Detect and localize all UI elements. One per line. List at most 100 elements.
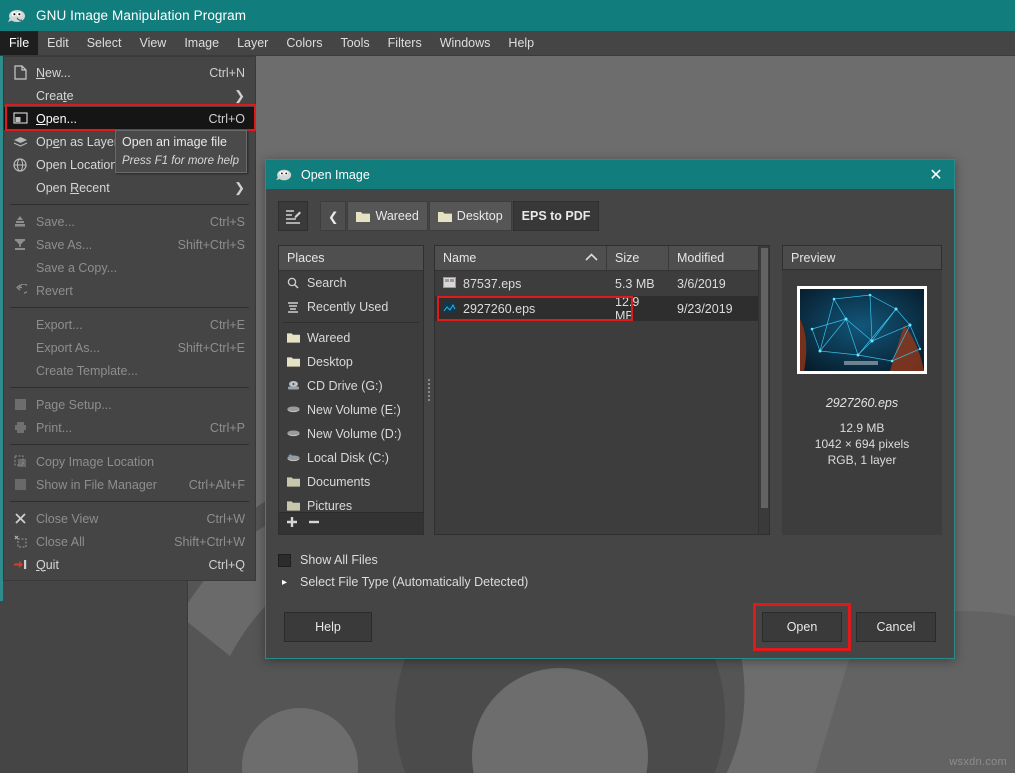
place-local-disk-c[interactable]: Local Disk (C:)	[279, 446, 423, 470]
menu-file[interactable]: File	[0, 31, 38, 55]
remove-place-icon[interactable]	[308, 515, 320, 533]
close-x-icon	[10, 511, 30, 527]
menu-item-open-recent[interactable]: Open Recent ❯	[4, 176, 255, 199]
place-new-volume-e-label: New Volume (E:)	[307, 403, 401, 417]
place-wareed-label: Wareed	[307, 331, 350, 345]
place-pictures[interactable]: Pictures	[279, 494, 423, 513]
place-search[interactable]: Search	[279, 271, 423, 295]
folder-icon	[438, 211, 452, 222]
scrollbar-thumb[interactable]	[761, 248, 768, 508]
menu-item-export-label: Export...	[36, 318, 198, 332]
menu-item-show-in-file-manager[interactable]: Show in File Manager Ctrl+Alt+F	[4, 473, 255, 496]
place-cd-drive[interactable]: CD Drive (G:)	[279, 374, 423, 398]
menu-image[interactable]: Image	[175, 31, 228, 55]
dialog-title: Open Image	[301, 168, 918, 182]
breadcrumb-current-folder[interactable]: EPS to PDF	[513, 201, 600, 231]
show-all-files-checkbox[interactable]	[278, 554, 291, 567]
menu-item-save[interactable]: Save... Ctrl+S	[4, 210, 255, 233]
menu-item-save-as-label: Save As...	[36, 238, 166, 252]
breadcrumb-wareed[interactable]: Wareed	[347, 201, 427, 231]
preview-metadata: 12.9 MB 1042 × 694 pixels RGB, 1 layer	[815, 420, 909, 468]
place-local-disk-c-label: Local Disk (C:)	[307, 451, 389, 465]
column-header-name[interactable]: Name	[435, 246, 607, 270]
menu-item-save-as[interactable]: Save As... Shift+Ctrl+S	[4, 233, 255, 256]
menu-item-export-as[interactable]: Export As... Shift+Ctrl+E	[4, 336, 255, 359]
place-new-volume-e[interactable]: New Volume (E:)	[279, 398, 423, 422]
menu-filters[interactable]: Filters	[379, 31, 431, 55]
menu-item-quit-label: Quit	[36, 558, 197, 572]
menu-item-copy-image-location[interactable]: Copy Image Location	[4, 450, 255, 473]
menu-item-export-accel: Ctrl+E	[210, 318, 245, 332]
eps-preview-icon	[443, 302, 456, 316]
expander-arrow-icon[interactable]: ▸	[278, 576, 291, 589]
wilber-icon	[8, 8, 28, 24]
place-new-volume-d[interactable]: New Volume (D:)	[279, 422, 423, 446]
place-cd-drive-label: CD Drive (G:)	[307, 379, 383, 393]
menu-item-close-all-label: Close All	[36, 535, 162, 549]
menu-item-new[interactable]: New... Ctrl+N	[4, 61, 255, 84]
place-desktop[interactable]: Desktop	[279, 350, 423, 374]
place-desktop-label: Desktop	[307, 355, 353, 369]
blank-icon	[10, 317, 30, 333]
back-chevron-icon: ❮	[328, 209, 338, 224]
menu-select[interactable]: Select	[78, 31, 131, 55]
menu-item-close-view[interactable]: Close View Ctrl+W	[4, 507, 255, 530]
column-header-modified[interactable]: Modified	[669, 246, 769, 270]
place-wareed[interactable]: Wareed	[279, 326, 423, 350]
places-header: Places	[279, 246, 423, 271]
breadcrumb-back-button[interactable]: ❮	[320, 201, 346, 231]
file-list-scrollbar[interactable]	[758, 246, 769, 534]
blank-icon	[10, 260, 30, 276]
menu-item-page-setup-label: Page Setup...	[36, 398, 245, 412]
cancel-button[interactable]: Cancel	[856, 612, 936, 642]
open-button[interactable]: Open	[762, 612, 842, 642]
preview-panel: Preview	[782, 245, 942, 535]
help-button[interactable]: Help	[284, 612, 372, 642]
menu-item-create-template[interactable]: Create Template...	[4, 359, 255, 382]
places-separator	[283, 322, 419, 323]
breadcrumb-desktop[interactable]: Desktop	[429, 201, 512, 231]
table-row[interactable]: 87537.eps 5.3 MB 3/6/2019	[435, 271, 769, 296]
place-documents[interactable]: Documents	[279, 470, 423, 494]
menu-windows[interactable]: Windows	[431, 31, 500, 55]
select-file-type-row[interactable]: ▸ Select File Type (Automatically Detect…	[278, 571, 942, 593]
menu-item-open[interactable]: Open... Ctrl+O	[4, 107, 255, 130]
open-image-dialog: Open Image ✕ ❮ Waree	[265, 159, 955, 659]
tooltip-hint: Press F1 for more help	[122, 155, 240, 167]
place-recently-used[interactable]: Recently Used	[279, 295, 423, 319]
add-place-icon[interactable]	[286, 515, 298, 533]
type-a-filename-icon[interactable]	[278, 201, 308, 231]
table-row[interactable]: 2927260.eps 12.9 MB 9/23/2019	[435, 296, 769, 321]
folder-icon	[356, 211, 370, 222]
menu-view[interactable]: View	[130, 31, 175, 55]
menu-colors[interactable]: Colors	[277, 31, 331, 55]
menu-item-quit[interactable]: Quit Ctrl+Q	[4, 553, 255, 576]
menu-item-create-label: Create	[36, 89, 234, 103]
menu-layer[interactable]: Layer	[228, 31, 277, 55]
menu-tools[interactable]: Tools	[331, 31, 378, 55]
menu-item-export[interactable]: Export... Ctrl+E	[4, 313, 255, 336]
pane-splitter[interactable]	[424, 245, 434, 535]
menu-item-close-view-label: Close View	[36, 512, 194, 526]
place-new-volume-d-label: New Volume (D:)	[307, 427, 401, 441]
column-header-size[interactable]: Size	[607, 246, 669, 270]
menu-edit[interactable]: Edit	[38, 31, 78, 55]
eps-file-icon	[443, 277, 456, 291]
menu-help[interactable]: Help	[499, 31, 543, 55]
menu-item-show-in-file-manager-accel: Ctrl+Alt+F	[189, 478, 245, 492]
places-sidebar: Places Search Recently Use	[278, 245, 424, 535]
menu-separator	[10, 387, 249, 388]
menu-item-revert[interactable]: Revert	[4, 279, 255, 302]
layers-icon	[10, 134, 30, 150]
menu-item-print[interactable]: Print... Ctrl+P	[4, 416, 255, 439]
menu-item-close-all[interactable]: Close All Shift+Ctrl+W	[4, 530, 255, 553]
close-icon[interactable]: ✕	[918, 160, 954, 189]
file-modified-cell: 9/23/2019	[669, 302, 769, 316]
menu-item-page-setup[interactable]: Page Setup...	[4, 393, 255, 416]
menu-item-save-a-copy-label: Save a Copy...	[36, 261, 245, 275]
menu-item-create[interactable]: Create ❯	[4, 84, 255, 107]
dialog-titlebar: Open Image ✕	[266, 160, 954, 189]
places-footer	[279, 512, 423, 534]
show-all-files-row[interactable]: Show All Files	[278, 549, 942, 571]
menu-item-save-a-copy[interactable]: Save a Copy...	[4, 256, 255, 279]
